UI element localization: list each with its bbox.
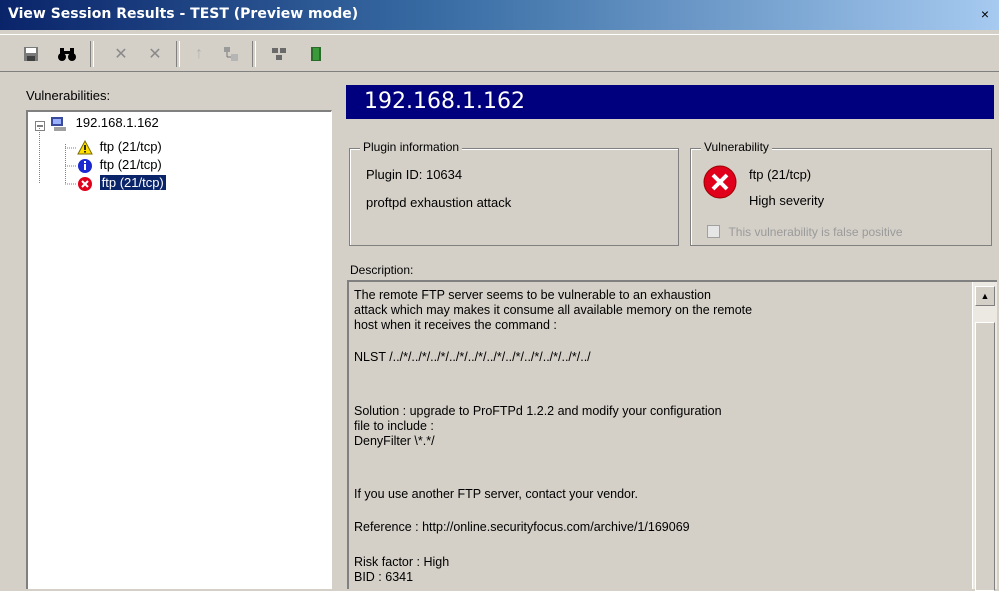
description-line: DenyFilter \*.*/ xyxy=(354,434,435,448)
find-icon[interactable] xyxy=(56,43,78,65)
plugin-id: Plugin ID: 10634 xyxy=(366,167,463,182)
description-label: Description: xyxy=(350,263,414,277)
tree-icon[interactable] xyxy=(220,43,242,65)
close-icon[interactable]: × xyxy=(977,6,993,22)
false-positive-label: This vulnerability is false positive xyxy=(728,224,903,239)
high-severity-icon xyxy=(703,165,737,204)
vulnerability-tree[interactable]: 192.168.1.162 ftp (21/tcp) ftp (21/tcp) … xyxy=(26,110,332,589)
description-scrollbar[interactable]: ▲ xyxy=(972,282,997,591)
description-line: The remote FTP server seems to be vulner… xyxy=(354,288,711,302)
error-icon xyxy=(78,176,92,191)
delete-all-icon[interactable]: ✕ xyxy=(144,43,166,65)
plugin-info-group: Plugin information Plugin ID: 10634 prof… xyxy=(349,140,679,246)
description-line: attack which may makes it consume all av… xyxy=(354,303,753,317)
tree-item-high[interactable]: ftp (21/tcp) xyxy=(77,175,166,192)
warning-icon xyxy=(77,140,93,155)
description-line: BID : 6341 xyxy=(354,570,414,584)
move-up-icon[interactable]: ↑ xyxy=(188,43,210,65)
description-textarea[interactable]: The remote FTP server seems to be vulner… xyxy=(347,280,997,591)
toolbar: ✕ ✕ ↑ xyxy=(0,34,999,72)
host-header: 192.168.1.162 xyxy=(346,85,994,119)
tree-host-label: 192.168.1.162 xyxy=(75,115,159,130)
description-line: Risk factor : High xyxy=(354,555,450,569)
delete-icon[interactable]: ✕ xyxy=(110,43,132,65)
tree-item-label-selected: ftp (21/tcp) xyxy=(99,175,166,190)
vulnerability-severity: High severity xyxy=(749,193,825,208)
description-line: Reference : http://online.securityfocus.… xyxy=(354,520,690,534)
false-positive-checkbox[interactable]: This vulnerability is false positive xyxy=(707,223,903,241)
save-icon[interactable] xyxy=(20,43,42,65)
exit-icon[interactable] xyxy=(306,43,328,65)
tree-item-warning[interactable]: ftp (21/tcp) xyxy=(77,139,162,155)
plugin-info-legend: Plugin information xyxy=(360,140,463,154)
scroll-thumb[interactable] xyxy=(975,322,995,591)
description-line: If you use another FTP server, contact y… xyxy=(354,487,638,501)
description-line: file to include : xyxy=(354,419,434,433)
vulnerability-legend: Vulnerability xyxy=(701,140,772,154)
description-line: NLST /../*/../*/../*/../*/../*/../*/../*… xyxy=(354,350,591,364)
description-line: host when it receives the command : xyxy=(354,318,557,332)
scroll-up-icon[interactable]: ▲ xyxy=(975,286,995,306)
tree-item-info[interactable]: ftp (21/tcp) xyxy=(77,157,162,174)
tree-item-label: ftp (21/tcp) xyxy=(99,139,162,154)
info-icon xyxy=(78,158,92,173)
network-icon[interactable] xyxy=(268,43,290,65)
plugin-name: proftpd exhaustion attack xyxy=(366,195,512,210)
vulnerabilities-label: Vulnerabilities: xyxy=(26,88,111,103)
description-line: Solution : upgrade to ProFTPd 1.2.2 and … xyxy=(354,404,722,418)
vulnerability-port: ftp (21/tcp) xyxy=(749,167,812,182)
title-bar: View Session Results - TEST (Preview mod… xyxy=(0,0,999,30)
vulnerability-group: Vulnerability ftp (21/tcp) High severity… xyxy=(690,140,992,246)
host-header-label: 192.168.1.162 xyxy=(364,89,525,114)
tree-item-label: ftp (21/tcp) xyxy=(99,157,162,172)
window-title: View Session Results - TEST (Preview mod… xyxy=(8,6,359,22)
